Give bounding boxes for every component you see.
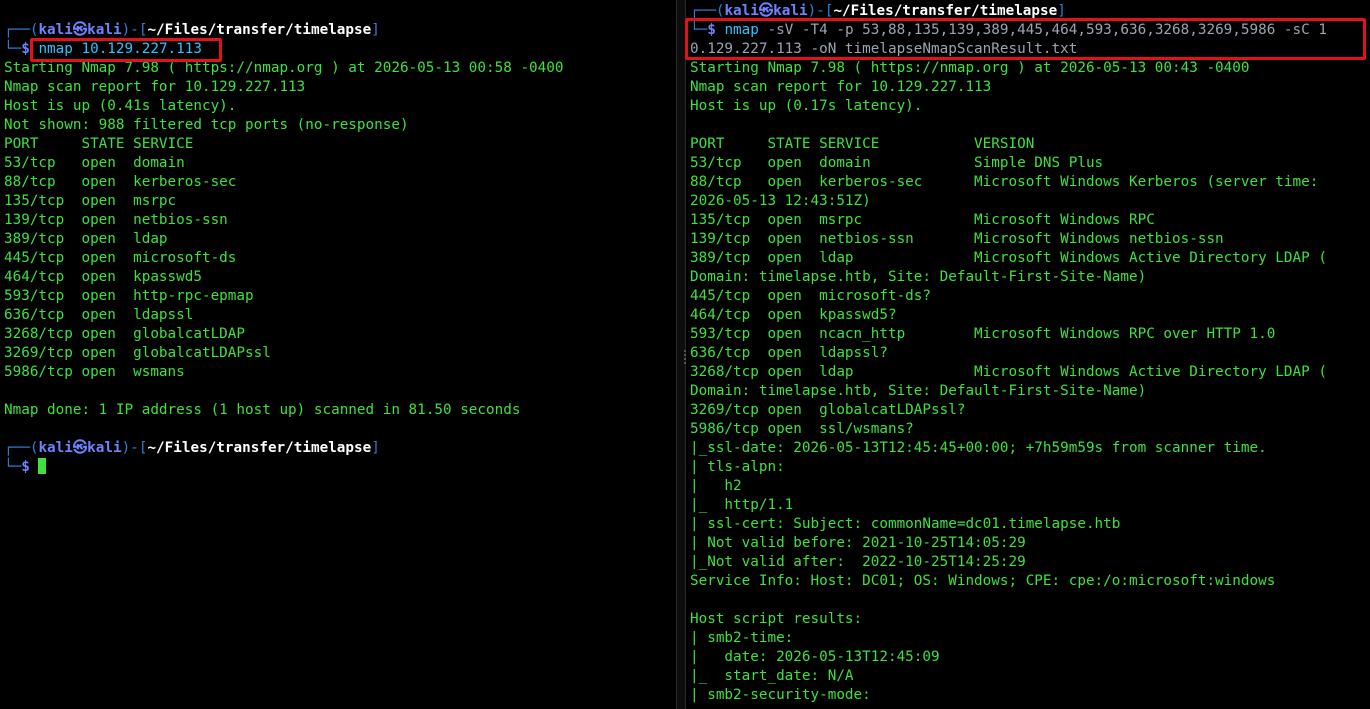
output-line: | tls-alpn: (690, 459, 785, 475)
prompt-frame: ] (371, 22, 380, 38)
output-line: | ssl-cert: Subject: commonName=dc01.tim… (690, 516, 1121, 532)
output-line: |_ start_date: N/A (690, 668, 854, 684)
output-line: PORT STATE SERVICE VERSION (690, 136, 1035, 152)
output-line: 135/tcp open msrpc Microsoft Windows RPC (690, 212, 1155, 228)
output-line: 445/tcp open microsoft-ds (4, 250, 237, 266)
highlight-box (685, 18, 1366, 60)
output-line: 53/tcp open domain (4, 155, 185, 171)
output-line: 389/tcp open ldap (4, 231, 168, 247)
prompt-path: ~/Files/transfer/timelapse (833, 3, 1058, 19)
output-line: Host is up (0.17s latency). (690, 98, 923, 114)
prompt-frame: )-[ (121, 440, 148, 456)
output-line: | h2 (690, 478, 742, 494)
prompt-path: ~/Files/transfer/timelapse (147, 440, 372, 456)
output-line: Nmap scan report for 10.129.227.113 (4, 79, 306, 95)
output-line: |_Not valid after: 2022-10-25T14:25:29 (690, 554, 1026, 570)
prompt-frame: ┌──( (690, 3, 725, 19)
output-line: 636/tcp open ldapssl (4, 307, 194, 323)
prompt-frame: ┌──( (4, 440, 39, 456)
output-line: 139/tcp open netbios-ssn (4, 212, 228, 228)
output-line: Starting Nmap 7.98 ( https://nmap.org ) … (690, 60, 1250, 76)
prompt-frame: )-[ (807, 3, 834, 19)
output-line: 5986/tcp open ssl/wsmans? (690, 421, 914, 437)
text-cursor (38, 458, 47, 474)
output-line: 636/tcp open ldapssl? (690, 345, 888, 361)
prompt-frame: )-[ (121, 22, 148, 38)
output-line: 5986/tcp open wsmans (4, 364, 185, 380)
output-line: 389/tcp open ldap Microsoft Windows Acti… (690, 250, 1327, 266)
output-line: 88/tcp open kerberos-sec Microsoft Windo… (690, 174, 1319, 190)
output-line: 3269/tcp open globalcatLDAPssl? (690, 402, 966, 418)
prompt-symbol: $ (21, 459, 30, 475)
output-line: 139/tcp open netbios-ssn Microsoft Windo… (690, 231, 1224, 247)
output-line: | smb2-security-mode: (690, 687, 871, 703)
output-line: 593/tcp open ncacn_http Microsoft Window… (690, 326, 1276, 342)
highlight-box (30, 38, 222, 62)
output-line: 88/tcp open kerberos-sec (4, 174, 237, 190)
output-line: 445/tcp open microsoft-ds? (690, 288, 932, 304)
right-terminal-pane[interactable]: ┌──(kali㉿kali)-[~/Files/transfer/timelap… (686, 0, 1370, 709)
prompt-path: ~/Files/transfer/timelapse (147, 22, 372, 38)
prompt-frame: ┌──( (4, 22, 39, 38)
output-line: PORT STATE SERVICE (4, 136, 194, 152)
output-line: Nmap scan report for 10.129.227.113 (690, 79, 992, 95)
prompt-frame: ] (1057, 3, 1066, 19)
output-line: Domain: timelapse.htb, Site: Default-Fir… (690, 269, 1147, 285)
prompt-frame: └─ (4, 459, 22, 475)
output-line: | Not valid before: 2021-10-25T14:05:29 (690, 535, 1026, 551)
output-line: Host is up (0.41s latency). (4, 98, 237, 114)
prompt-frame: └─ (4, 41, 22, 57)
output-line: 3268/tcp open globalcatLDAP (4, 326, 246, 342)
output-line: 464/tcp open kpasswd5 (4, 269, 202, 285)
output-line: Host script results: (690, 611, 863, 627)
prompt-user: kali㉿kali (38, 440, 122, 456)
active-command-line[interactable]: └─$ (4, 458, 47, 477)
output-line: |_ssl-date: 2026-05-13T12:45:45+00:00; +… (690, 440, 1267, 456)
prompt-user: kali㉿kali (38, 22, 122, 38)
prompt-frame: ] (371, 440, 380, 456)
output-line: | date: 2026-05-13T12:45:09 (690, 649, 940, 665)
left-terminal-pane[interactable]: ┌──(kali㉿kali)-[~/Files/transfer/timelap… (0, 0, 676, 709)
output-line: 53/tcp open domain Simple DNS Plus (690, 155, 1104, 171)
output-line: | smb2-time: (690, 630, 794, 646)
output-line: Domain: timelapse.htb, Site: Default-Fir… (690, 383, 1147, 399)
prompt-header: ┌──(kali㉿kali)-[~/Files/transfer/timelap… (4, 439, 380, 458)
output-line: 593/tcp open http-rpc-epmap (4, 288, 254, 304)
output-line: 2026-05-13 12:43:51Z) (690, 193, 871, 209)
output-line: Service Info: Host: DC01; OS: Windows; C… (690, 573, 1276, 589)
output-line: |_ http/1.1 (690, 497, 794, 513)
output-line: 3269/tcp open globalcatLDAPssl (4, 345, 271, 361)
prompt-symbol: $ (21, 41, 30, 57)
prompt-user: kali㉿kali (724, 3, 808, 19)
output-line: Nmap done: 1 IP address (1 host up) scan… (4, 402, 521, 418)
output-line: 464/tcp open kpasswd5? (690, 307, 897, 323)
output-line: 135/tcp open msrpc (4, 193, 177, 209)
output-line: 3268/tcp open ldap Microsoft Windows Act… (690, 364, 1327, 380)
output-line: Not shown: 988 filtered tcp ports (no-re… (4, 117, 409, 133)
